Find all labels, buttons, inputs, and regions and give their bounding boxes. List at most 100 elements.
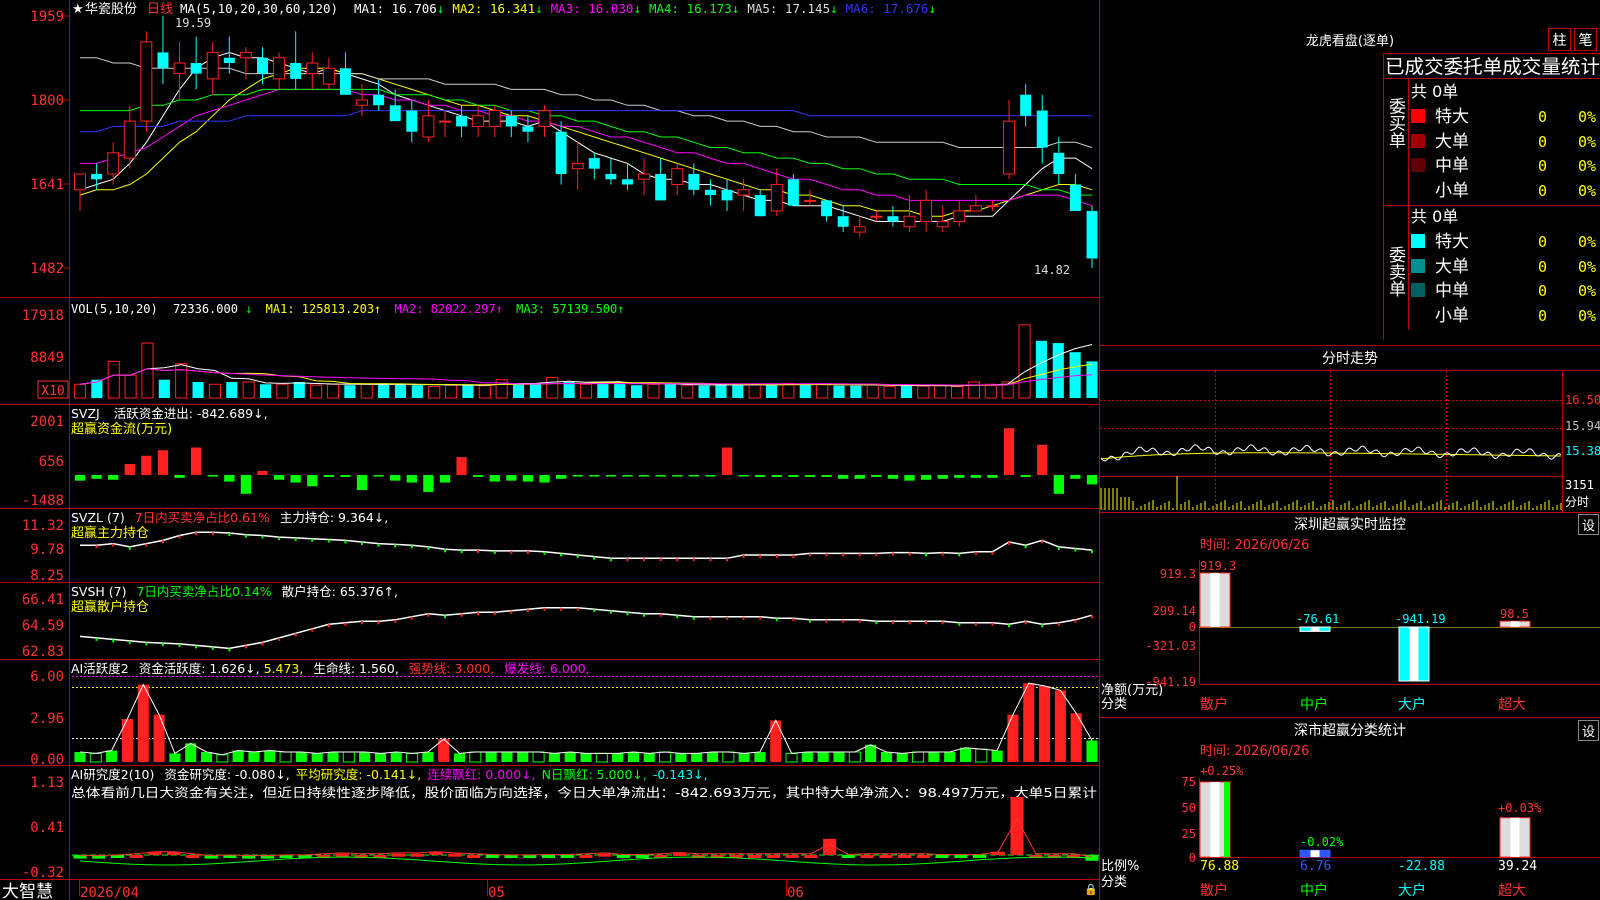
vol-panel[interactable]: VOL(5,10,20) 72336.000 ↓ MA1: 125813.203… [22,302,1098,399]
candle-body [223,57,235,64]
capital-flow-bar [108,475,119,480]
candle-body [1053,152,1065,174]
classify-settings-label[interactable]: 设 [1582,725,1595,740]
main-chart-area[interactable]: ★ 华瓷股份 日线 MA(5,10,20,30,60,120) MA1: 16.… [0,0,1600,900]
super-large-swatch [1411,234,1425,248]
monitor-cat: 大户 [1398,696,1426,713]
date-label: 05 [488,885,505,900]
period-label[interactable]: 日线 [147,2,173,17]
ai1-bars [74,682,1098,763]
svsh-title: SVSH (7) 7日内买卖净占比0.14% 散户持仓: 65.376↑, [71,584,398,599]
svzj-panel[interactable]: SVZJ 活跃资金进出: -842.689↓, 超赢资金流(万元) 2001 6… [22,406,1098,509]
candles[interactable] [74,16,1098,268]
ai-research-panel[interactable]: AI研究度2(10) 资金研究度: -0.080↓, 平均研究度: -0.141… [22,767,1099,881]
activity-bar [896,753,908,762]
classify-xlabel: 分类 [1101,875,1127,890]
monitor-cat: 散户 [1200,696,1228,713]
lock-icon[interactable]: 🔒 [1084,883,1098,896]
volume-bar [310,384,323,399]
volume-bar [546,376,559,399]
svzl-tick: 11.32 [22,518,64,534]
date-label: 06 [787,885,804,900]
tick-button-label[interactable]: 笔 [1579,33,1593,49]
candle-body [206,51,219,80]
capital-flow-bar [688,475,699,477]
capital-flow-bar [190,447,202,475]
research-bar [616,855,631,858]
sell-row-label: 中单 [1435,281,1469,301]
volume-bar [917,385,930,399]
price-panel[interactable]: ★ 华瓷股份 日线 MA(5,10,20,30,60,120) MA1: 16.… [30,1,1098,277]
candle-body [688,173,700,190]
ai2-name: AI研究度2(10) [71,767,154,782]
monitor-settings-label[interactable]: 设 [1582,519,1595,534]
activity-bar [390,751,402,762]
ai2-tick: -0.32 [22,865,64,881]
ai2-d: N日飘红: 5.000↓, [542,767,647,782]
candle-body [522,126,534,132]
classify-tick: 0 [1189,851,1196,865]
svsh-panel[interactable]: SVSH (7) 7日内买卖净占比0.14% 散户持仓: 65.376↑, 超赢… [22,584,1093,660]
capital-flow-bar [473,475,484,477]
volume-bar [883,386,896,399]
intraday-tick: 15.94 [1565,419,1600,433]
vol-tick: 17918 [22,308,64,324]
volume-bar [866,383,879,399]
medium-swatch [1411,158,1425,172]
monitor-time: 时间: 2026/06/26 [1200,538,1309,553]
activity-bar [944,751,956,762]
volume-bar [579,383,593,399]
price-tick: 1482 [30,261,64,277]
activity-bar [137,684,149,762]
retail-holding-line [79,606,1093,650]
svzl-panel[interactable]: SVZL (7) 7日内买卖净占比0.61% 主力持仓: 9.364↓, 超赢主… [22,510,1093,584]
capital-flow-bar [1020,475,1031,477]
research-bar [466,855,481,858]
candle-body [803,199,816,202]
column-button-label[interactable]: 柱 [1553,33,1567,49]
candle-body [936,221,949,228]
svzj-line1: 活跃资金进出: -842.689↓, [114,406,268,421]
candle-body [123,120,136,159]
ai2-tick: 0.41 [30,820,64,836]
vol-title: VOL(5,10,20) 72336.000 ↓ MA1: 125813.203… [71,302,624,316]
date-axis: 大智慧 2026/04 05 06 🔒 [2,880,1098,900]
monitor-tick: 0 [1189,620,1196,634]
capital-flow-bar [224,475,235,482]
candle-body [953,210,966,223]
monitor-cat: 中户 [1300,696,1328,713]
volume-bar [326,383,340,399]
candle-body [638,173,651,180]
sell-row-count: 0 [1538,307,1547,325]
favorite-star-icon[interactable]: ★ [72,2,84,17]
vol-ma1: MA1: 125813.203↑ [266,302,382,316]
volume-bar [394,384,407,398]
candle-body [671,168,684,186]
research-avg-line [79,856,1093,866]
candle-body [920,199,933,223]
volume-bar [124,374,137,399]
capital-flow-bar [124,464,135,475]
ai-activity-panel[interactable]: AI活跃度2 资金活跃度: 1.626↓, 5.473, 生命线: 1.560,… [30,661,1099,768]
sell-row-count: 0 [1538,233,1547,251]
candle-body [1036,110,1048,148]
research-bar [129,855,143,858]
candle-body [837,216,849,227]
classify-tick: 50 [1182,801,1196,815]
classify-value: 39.24 [1498,859,1537,874]
svzl-pct: 7日内买卖净占比0.61% [135,510,270,525]
capital-flow-bar [937,475,948,479]
vol-arrow: ↓ [245,302,252,316]
capital-flow-bar [788,475,799,477]
activity-bar [991,750,1003,762]
candle-body [571,162,584,170]
volume-bar [478,385,491,399]
candle-body [605,173,617,180]
volume-bar [192,381,204,398]
classify-cat: 中户 [1300,882,1328,899]
volume-bar [276,383,289,399]
vol-ma2: MA2: 82022.297↑ [395,302,503,316]
buy-row-label: 小单 [1435,181,1469,201]
capital-flow-bar [655,475,666,477]
candle-body [821,200,833,217]
